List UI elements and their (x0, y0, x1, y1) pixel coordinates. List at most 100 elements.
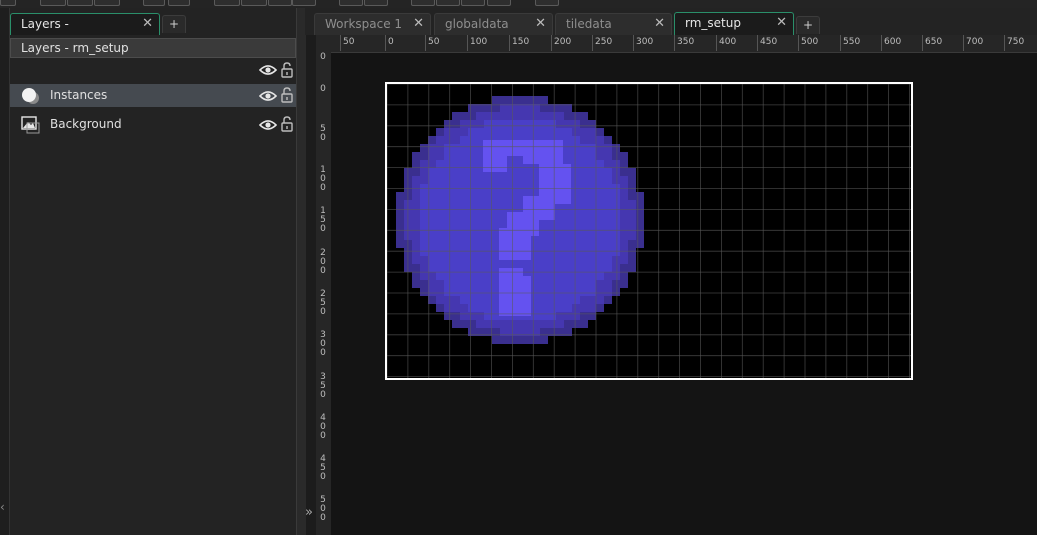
sprite-pixel (572, 200, 580, 208)
toolbar-button[interactable] (487, 0, 511, 6)
sprite-pixel (492, 312, 500, 320)
sprite-pixel (604, 152, 612, 160)
sprite-pixel (596, 144, 604, 152)
layer-row-background[interactable]: Background (10, 113, 296, 136)
close-icon[interactable]: ✕ (654, 14, 665, 34)
sprite-pixel (452, 176, 460, 184)
sprite-pixel (412, 272, 420, 280)
sprite-pixel (484, 120, 492, 128)
tab-globaldata[interactable]: globaldata ✕ (434, 13, 553, 35)
sprite-pixel (588, 192, 596, 200)
toolbar-button[interactable] (535, 0, 559, 6)
sprite-pixel (412, 168, 420, 176)
sprite-pixel (612, 160, 620, 168)
sprite-pixel (452, 136, 460, 144)
layer-row-instances[interactable]: Instances (10, 84, 296, 107)
toolbar-button[interactable] (0, 0, 16, 6)
sprite-pixel (612, 200, 620, 208)
sprite-pixel (524, 96, 532, 104)
sprite-pixel (468, 200, 476, 208)
toolbar-button[interactable] (339, 0, 363, 6)
toolbar-button[interactable] (241, 0, 267, 6)
toolbar-button[interactable] (214, 0, 240, 6)
tab-tiledata[interactable]: tiledata ✕ (555, 13, 672, 35)
toolbar-button[interactable] (411, 0, 435, 6)
sprite-pixel (484, 264, 492, 272)
collapse-left-icon[interactable]: ‹ (0, 500, 5, 514)
sprite-pixel (436, 216, 444, 224)
sprite-pixel (564, 232, 572, 240)
expand-panel-icon[interactable]: » (305, 505, 313, 520)
sprite-pixel (500, 320, 508, 328)
question-mark-sprite[interactable] (386, 83, 911, 378)
add-tab-button[interactable]: + (796, 16, 820, 34)
sprite-pixel (524, 128, 532, 136)
sprite-pixel (484, 280, 492, 288)
toolbar-button[interactable] (292, 0, 316, 6)
sprite-pixel (612, 288, 620, 296)
sprite-pixel (524, 336, 532, 344)
ruler-tick (840, 35, 841, 51)
tab-layers[interactable]: Layers - ✕ (10, 13, 160, 35)
tab-rm-setup[interactable]: rm_setup ✕ (674, 12, 794, 35)
sprite-pixel (436, 184, 444, 192)
room-canvas[interactable] (385, 82, 913, 380)
toolbar-button[interactable] (364, 0, 388, 6)
sprite-pixel (492, 288, 500, 296)
add-tab-button[interactable]: + (162, 15, 186, 33)
sprite-pixel (596, 240, 604, 248)
sprite-pixel (460, 112, 468, 120)
toolbar-button[interactable] (436, 0, 460, 6)
sprite-pixel (580, 224, 588, 232)
sprite-pixel (540, 128, 548, 136)
toolbar-button[interactable] (268, 0, 292, 6)
ruler-tick (798, 35, 799, 51)
sprite-pixel (492, 240, 500, 248)
sprite-pixel (492, 120, 500, 128)
toolbar-button[interactable] (67, 0, 93, 6)
eye-icon[interactable] (259, 119, 277, 131)
sprite-pixel (580, 264, 588, 272)
sprite-pixel (476, 232, 484, 240)
ruler-tick-label: 400 (719, 37, 737, 47)
sprite-pixel (636, 200, 644, 208)
toolbar-button[interactable] (94, 0, 120, 6)
sprite-pixel (444, 272, 452, 280)
sprite-pixel (452, 224, 460, 232)
lock-icon[interactable] (281, 87, 293, 103)
lock-icon[interactable] (281, 116, 293, 132)
sprite-pixel (452, 144, 460, 152)
toolbar-button[interactable] (40, 0, 66, 6)
panel-splitter[interactable] (296, 8, 306, 535)
sprite-pixel (516, 120, 524, 128)
toolbar-button[interactable] (168, 0, 190, 6)
close-icon[interactable]: ✕ (776, 13, 787, 33)
lock-icon[interactable] (281, 62, 293, 78)
close-icon[interactable]: ✕ (413, 14, 424, 34)
ruler-tick-label: 500 (320, 495, 326, 523)
sprite-pixel (612, 176, 620, 184)
sprite-pixel (580, 144, 588, 152)
close-icon[interactable]: ✕ (535, 14, 546, 34)
sprite-pixel (540, 312, 548, 320)
eye-icon[interactable] (259, 90, 277, 102)
sprite-pixel (476, 272, 484, 280)
toolbar-button[interactable] (143, 0, 165, 6)
sprite-pixel (588, 256, 596, 264)
sprite-pixel (612, 192, 620, 200)
tab-workspace-1[interactable]: Workspace 1 ✕ (314, 13, 431, 35)
sprite-pixel (412, 248, 420, 256)
sprite-pixel (396, 224, 404, 232)
sprite-pixel (492, 320, 500, 328)
toolbar-button[interactable] (461, 0, 485, 6)
sprite-pixel (516, 184, 524, 192)
eye-icon[interactable] (259, 64, 277, 76)
sprite-pixel (556, 264, 564, 272)
sprite-pixel (596, 264, 604, 272)
sprite-pixel (396, 240, 404, 248)
sprite-pixel (588, 248, 596, 256)
sprite-pixel (500, 192, 508, 200)
sprite-pixel (500, 96, 508, 104)
close-icon[interactable]: ✕ (142, 14, 153, 34)
sprite-pixel (492, 232, 500, 240)
